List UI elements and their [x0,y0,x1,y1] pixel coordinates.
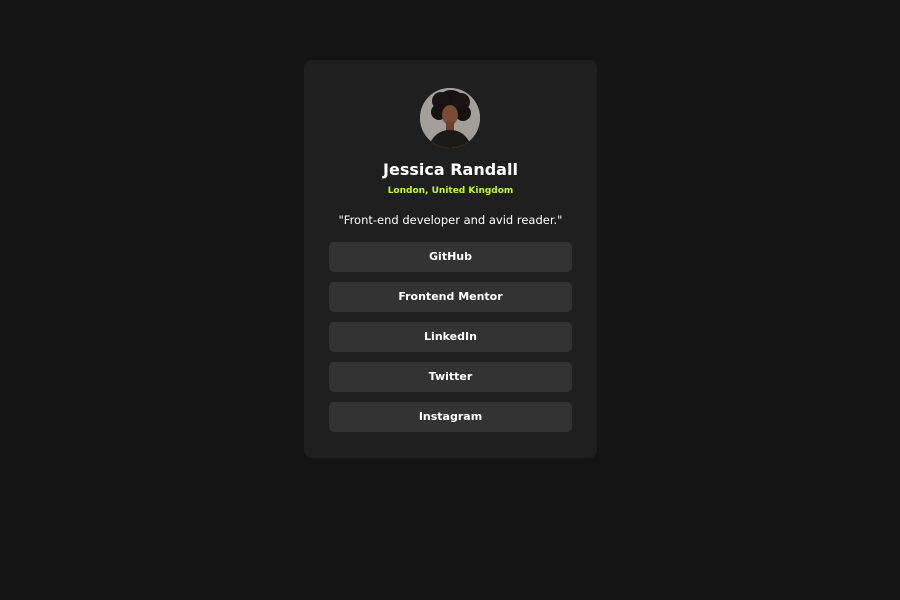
linkedin-link-button[interactable]: LinkedIn [329,322,572,352]
avatar [420,88,480,148]
social-links: GitHub Frontend Mentor LinkedIn Twitter … [329,242,572,442]
profile-location: London, United Kingdom [387,186,514,196]
instagram-link-button[interactable]: Instagram [329,402,572,432]
profile-bio: "Front-end developer and avid reader." [338,213,563,227]
avatar-photo [420,88,480,148]
profile-card: Jessica Randall London, United Kingdom "… [304,60,597,458]
profile-name: Jessica Randall [383,160,518,179]
frontend-mentor-link-button[interactable]: Frontend Mentor [329,282,572,312]
github-link-button[interactable]: GitHub [329,242,572,272]
twitter-link-button[interactable]: Twitter [329,362,572,392]
